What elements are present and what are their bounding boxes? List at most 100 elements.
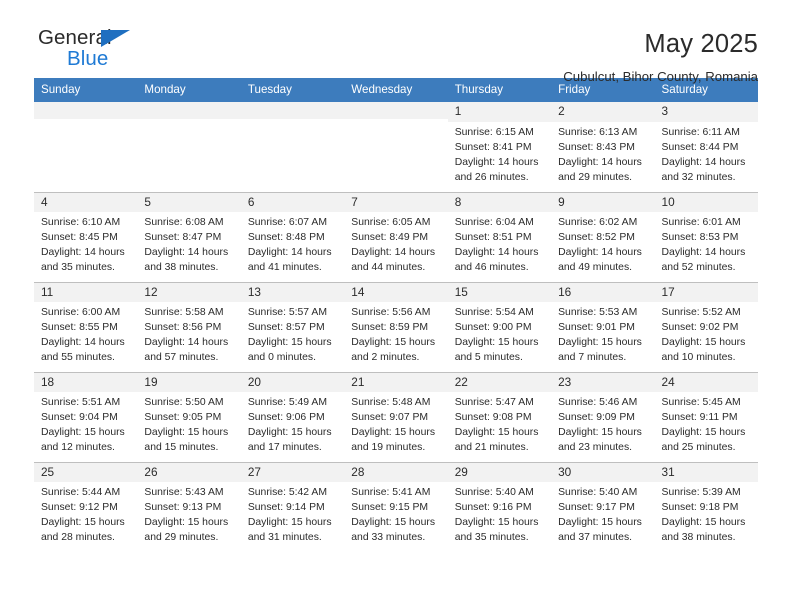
general-blue-logo[interactable]: General Blue xyxy=(38,27,178,76)
daylight-text: Daylight: 15 hours and 25 minutes. xyxy=(661,427,746,454)
calendar-day-cell-empty xyxy=(344,102,448,192)
sunset-text: Sunset: 9:02 PM xyxy=(661,322,739,334)
daylight-text: Daylight: 15 hours and 19 minutes. xyxy=(351,427,436,454)
sunrise-text: Sunrise: 6:04 AM xyxy=(454,217,534,229)
sunset-text: Sunset: 8:41 PM xyxy=(454,141,532,153)
calendar-day-cell[interactable]: 29 Sunrise: 5:40 AM Sunset: 9:16 PM Dayligh… xyxy=(447,461,552,552)
calendar-day-cell[interactable]: 23 Sunrise: 5:46 AM Sunset: 9:09 PM Dayligh… xyxy=(551,371,655,462)
title-block: May 2025 Cubulcut, Bihor County, Romania xyxy=(563,28,758,85)
calendar-day-cell[interactable]: 1 Sunrise: 6:15 AM Sunset: 8:41 PM Daylight… xyxy=(447,102,552,192)
sunset-text: Sunset: 8:55 PM xyxy=(41,322,118,334)
sunrise-text: Sunrise: 5:43 AM xyxy=(144,487,224,499)
sunrise-text: Sunrise: 6:01 AM xyxy=(661,217,741,229)
day-details: Sunrise: 6:15 AM Sunset: 8:41 PM Daylight:… xyxy=(448,122,551,186)
sunset-text: Sunset: 8:45 PM xyxy=(41,232,118,244)
calendar-day-cell[interactable]: 11 Sunrise: 6:00 AM Sunset: 8:55 PM Dayligh… xyxy=(34,281,138,372)
sunrise-text: Sunrise: 6:07 AM xyxy=(247,217,327,229)
daylight-text: Daylight: 14 hours and 32 minutes. xyxy=(661,156,746,183)
sunset-text: Sunset: 9:07 PM xyxy=(351,412,429,424)
day-details: Sunrise: 5:47 AM Sunset: 9:08 PM Daylight:… xyxy=(448,392,551,456)
daylight-text: Daylight: 14 hours and 52 minutes. xyxy=(661,247,746,274)
daylight-text: Daylight: 15 hours and 37 minutes. xyxy=(558,517,642,544)
day-details: Sunrise: 6:05 AM Sunset: 8:49 PM Daylight:… xyxy=(344,212,447,276)
calendar-day-cell[interactable]: 21 Sunrise: 5:48 AM Sunset: 9:07 PM Dayligh… xyxy=(344,371,448,462)
calendar-day-cell[interactable]: 18 Sunrise: 5:51 AM Sunset: 9:04 PM Dayligh… xyxy=(34,371,138,462)
calendar-week-row: 18 Sunrise: 5:51 AM Sunset: 9:04 PM Dayligh… xyxy=(34,371,758,462)
day-number: 23 xyxy=(551,372,655,393)
calendar-day-cell[interactable]: 19 Sunrise: 5:50 AM Sunset: 9:05 PM Dayligh… xyxy=(137,371,241,462)
daylight-text: Daylight: 15 hours and 38 minutes. xyxy=(661,517,746,544)
day-details: Sunrise: 6:04 AM Sunset: 8:51 PM Daylight:… xyxy=(448,212,551,276)
day-details: Sunrise: 5:46 AM Sunset: 9:09 PM Daylight:… xyxy=(551,392,654,456)
calendar-day-cell[interactable]: 27 Sunrise: 5:42 AM Sunset: 9:14 PM Dayligh… xyxy=(240,461,345,552)
day-details: Sunrise: 5:54 AM Sunset: 9:00 PM Daylight:… xyxy=(448,302,551,366)
sunset-text: Sunset: 8:57 PM xyxy=(247,322,325,334)
logo-text-blue: Blue xyxy=(67,47,109,70)
sunset-text: Sunset: 9:01 PM xyxy=(558,322,635,334)
calendar-day-cell[interactable]: 14 Sunrise: 5:56 AM Sunset: 8:59 PM Dayligh… xyxy=(344,281,448,372)
day-number: 1 xyxy=(447,102,552,122)
daylight-text: Daylight: 14 hours and 44 minutes. xyxy=(351,247,436,274)
calendar-day-cell[interactable]: 13 Sunrise: 5:57 AM Sunset: 8:57 PM Dayligh… xyxy=(240,281,345,372)
day-number: 4 xyxy=(34,192,138,213)
daylight-text: Daylight: 14 hours and 41 minutes. xyxy=(247,247,332,274)
day-details: Sunrise: 6:00 AM Sunset: 8:55 PM Daylight:… xyxy=(34,302,137,366)
calendar-day-cell[interactable]: 16 Sunrise: 5:53 AM Sunset: 9:01 PM Dayligh… xyxy=(551,281,655,372)
calendar-day-cell[interactable]: 20 Sunrise: 5:49 AM Sunset: 9:06 PM Dayligh… xyxy=(240,371,345,462)
calendar-day-cell[interactable]: 26 Sunrise: 5:43 AM Sunset: 9:13 PM Dayligh… xyxy=(137,461,241,552)
calendar-day-cell[interactable]: 17 Sunrise: 5:52 AM Sunset: 9:02 PM Dayligh… xyxy=(654,281,758,372)
day-number xyxy=(344,102,448,119)
day-details: Sunrise: 5:45 AM Sunset: 9:11 PM Daylight:… xyxy=(655,392,758,456)
calendar-day-cell[interactable]: 15 Sunrise: 5:54 AM Sunset: 9:00 PM Dayligh… xyxy=(447,281,552,372)
calendar-day-cell[interactable]: 25 Sunrise: 5:44 AM Sunset: 9:12 PM Dayligh… xyxy=(34,461,138,552)
calendar-day-cell[interactable]: 2 Sunrise: 6:13 AM Sunset: 8:43 PM Daylight… xyxy=(551,102,655,192)
calendar-day-cell[interactable]: 7 Sunrise: 6:05 AM Sunset: 8:49 PM Daylight… xyxy=(344,191,448,282)
day-details: Sunrise: 5:49 AM Sunset: 9:06 PM Daylight:… xyxy=(241,392,344,456)
sunset-text: Sunset: 8:47 PM xyxy=(144,232,222,244)
calendar-day-cell[interactable]: 28 Sunrise: 5:41 AM Sunset: 9:15 PM Dayligh… xyxy=(344,461,448,552)
day-number xyxy=(240,102,345,119)
calendar-day-cell[interactable]: 4 Sunrise: 6:10 AM Sunset: 8:45 PM Daylight… xyxy=(34,191,138,282)
calendar-day-cell[interactable]: 24 Sunrise: 5:45 AM Sunset: 9:11 PM Dayligh… xyxy=(654,371,758,462)
calendar-day-cell[interactable]: 10 Sunrise: 6:01 AM Sunset: 8:53 PM Dayligh… xyxy=(654,191,758,282)
sunset-text: Sunset: 9:11 PM xyxy=(661,412,738,424)
day-number: 11 xyxy=(34,282,138,303)
day-number: 15 xyxy=(447,282,552,303)
calendar-day-cell[interactable]: 22 Sunrise: 5:47 AM Sunset: 9:08 PM Dayligh… xyxy=(447,371,552,462)
calendar-week-row: 1 Sunrise: 6:15 AM Sunset: 8:41 PM Daylight… xyxy=(34,102,758,192)
sunrise-text: Sunrise: 5:51 AM xyxy=(41,397,121,409)
daylight-text: Daylight: 15 hours and 23 minutes. xyxy=(558,427,642,454)
day-details: Sunrise: 6:10 AM Sunset: 8:45 PM Daylight:… xyxy=(34,212,137,276)
daylight-text: Daylight: 15 hours and 21 minutes. xyxy=(454,427,539,454)
weekday-header-sunday: Sunday xyxy=(34,78,138,102)
calendar-day-cell[interactable]: 6 Sunrise: 6:07 AM Sunset: 8:48 PM Daylight… xyxy=(240,191,345,282)
calendar-day-cell[interactable]: 12 Sunrise: 5:58 AM Sunset: 8:56 PM Dayligh… xyxy=(137,281,241,372)
daylight-text: Daylight: 15 hours and 15 minutes. xyxy=(144,427,229,454)
daylight-text: Daylight: 15 hours and 7 minutes. xyxy=(558,337,642,364)
sunset-text: Sunset: 9:12 PM xyxy=(41,502,118,514)
day-number: 13 xyxy=(240,282,345,303)
sunset-text: Sunset: 9:08 PM xyxy=(454,412,532,424)
sunrise-text: Sunrise: 5:40 AM xyxy=(558,487,638,499)
daylight-text: Daylight: 15 hours and 31 minutes. xyxy=(247,517,332,544)
calendar-day-cell[interactable]: 30 Sunrise: 5:40 AM Sunset: 9:17 PM Dayligh… xyxy=(551,461,655,552)
day-details: Sunrise: 5:58 AM Sunset: 8:56 PM Daylight:… xyxy=(137,302,240,366)
day-number: 25 xyxy=(34,462,138,483)
weekday-header-monday: Monday xyxy=(137,78,241,102)
day-number: 9 xyxy=(551,192,655,213)
sunrise-text: Sunrise: 6:05 AM xyxy=(351,217,431,229)
day-details: Sunrise: 5:44 AM Sunset: 9:12 PM Daylight:… xyxy=(34,482,137,546)
daylight-text: Daylight: 15 hours and 10 minutes. xyxy=(661,337,746,364)
calendar-day-cell[interactable]: 8 Sunrise: 6:04 AM Sunset: 8:51 PM Daylight… xyxy=(447,191,552,282)
calendar-day-cell[interactable]: 31 Sunrise: 5:39 AM Sunset: 9:18 PM Dayligh… xyxy=(654,461,758,552)
day-details: Sunrise: 6:11 AM Sunset: 8:44 PM Daylight:… xyxy=(655,122,758,186)
calendar-day-cell[interactable]: 5 Sunrise: 6:08 AM Sunset: 8:47 PM Daylight… xyxy=(137,191,241,282)
sunrise-text: Sunrise: 5:40 AM xyxy=(454,487,534,499)
location-subtitle: Cubulcut, Bihor County, Romania xyxy=(563,69,758,85)
calendar-day-cell[interactable]: 3 Sunrise: 6:11 AM Sunset: 8:44 PM Daylight… xyxy=(654,102,758,192)
calendar-day-cell-empty xyxy=(240,102,345,192)
calendar-day-cell[interactable]: 9 Sunrise: 6:02 AM Sunset: 8:52 PM Daylight… xyxy=(551,191,655,282)
day-number: 27 xyxy=(240,462,345,483)
day-number: 18 xyxy=(34,372,138,393)
sunrise-text: Sunrise: 5:46 AM xyxy=(558,397,638,409)
